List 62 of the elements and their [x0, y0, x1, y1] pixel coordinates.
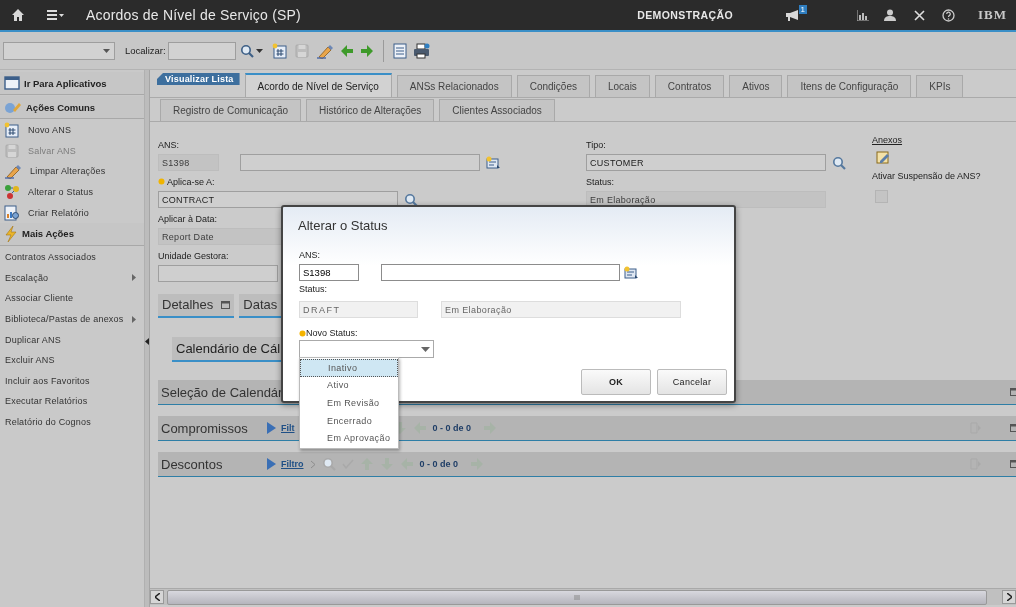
dropdown-option[interactable]: Inativo [300, 359, 398, 377]
user-name: DEMONSTRAÇÃO [637, 9, 733, 21]
dropdown-option[interactable]: Ativo [300, 376, 398, 395]
dropdown-option[interactable]: Encerrado [300, 411, 398, 430]
sidebar-item[interactable]: Duplicar ANS [0, 329, 144, 350]
field-label: Aplicar à Data: [158, 213, 218, 224]
tab[interactable]: KPIs [916, 75, 964, 97]
page-title: Acordos de Nível de Serviço (SP) [86, 7, 301, 23]
sidebar-item[interactable]: Novo ANS [0, 120, 144, 141]
sidebar-item[interactable]: Excluir ANS [0, 349, 144, 371]
sidebar-item[interactable]: Incluir aos Favoritos [0, 370, 144, 392]
input-field[interactable]: Em Elaboração [441, 301, 681, 318]
field-label: ANS: [158, 139, 179, 150]
tab[interactable]: Ativos [729, 75, 783, 97]
field-label: Status: [299, 284, 327, 294]
tab[interactable]: Clientes Associados [439, 99, 555, 121]
record-count: 0 - 0 de 0 [419, 459, 459, 469]
sidebar-item[interactable]: Escalação [0, 267, 144, 289]
tab[interactable]: Itens de Configuração [787, 75, 912, 97]
filter-link[interactable]: Filtro [281, 459, 304, 469]
ok-button[interactable]: OK [581, 369, 651, 395]
field-label: Ativar Suspensão de ANS? [872, 169, 982, 182]
field-label: Novo Status: [306, 328, 358, 338]
input-field[interactable]: S1398 [158, 154, 219, 171]
section-title: Compromissos [161, 420, 249, 436]
sidebar-item[interactable]: Relatório do Cognos [0, 411, 144, 433]
section-title: Seleção de Calendár [161, 384, 283, 400]
sidebar-item[interactable]: Associar Cliente [0, 288, 144, 309]
search-label: Localizar: [125, 45, 166, 56]
tab[interactable]: Contratos [654, 75, 725, 97]
tab[interactable]: Acordo de Nível de Serviço [244, 73, 392, 97]
notification-badge: 1 [798, 5, 807, 14]
section-title: Descontos [161, 456, 224, 472]
field-label: Unidade Gestora: [158, 250, 229, 261]
tab[interactable]: ANSs Relacionados [396, 75, 512, 97]
sidebar-item[interactable]: Alterar o Status [0, 181, 144, 203]
tab[interactable]: Condições [516, 75, 590, 97]
section-tab[interactable]: Datas [239, 294, 282, 318]
brand-logo: IBM [978, 7, 1007, 23]
field-label: Aplica-se A: [167, 176, 215, 187]
sidebar-item[interactable]: Executar Relatórios [0, 391, 144, 412]
attachments-link[interactable]: Anexos [872, 135, 1016, 145]
sidebar-item[interactable]: Limpar Alterações [0, 161, 144, 182]
view-list-button[interactable]: Visualizar Lista [157, 73, 240, 85]
dropdown-option[interactable]: Em Revisão [300, 394, 398, 412]
cancel-button[interactable]: Cancelar [657, 369, 727, 395]
section-tab[interactable]: Detalhes [158, 294, 235, 318]
sidebar-item[interactable]: Contratos Associados [0, 246, 144, 268]
tab[interactable]: Histórico de Alterações [306, 99, 435, 121]
tab[interactable]: Registro de Comunicação [160, 99, 302, 121]
input-field[interactable]: DRAFT [299, 301, 418, 318]
sidebar-item[interactable]: Biblioteca/Pastas de anexos [0, 308, 144, 330]
filter-link[interactable]: Filt [281, 423, 295, 433]
input-field[interactable]: CUSTOMER [586, 154, 826, 171]
tab[interactable]: Locais [594, 75, 650, 97]
dropdown-option[interactable]: Em Aprovação [300, 429, 398, 447]
input-field[interactable]: S1398 [299, 264, 359, 281]
record-count: 0 - 0 de 0 [432, 423, 472, 433]
field-label: Tipo: [586, 139, 606, 150]
field-label: ANS: [299, 250, 320, 260]
field-label: Status: [586, 176, 614, 187]
sidebar-item[interactable]: Criar Relatório [0, 202, 144, 223]
